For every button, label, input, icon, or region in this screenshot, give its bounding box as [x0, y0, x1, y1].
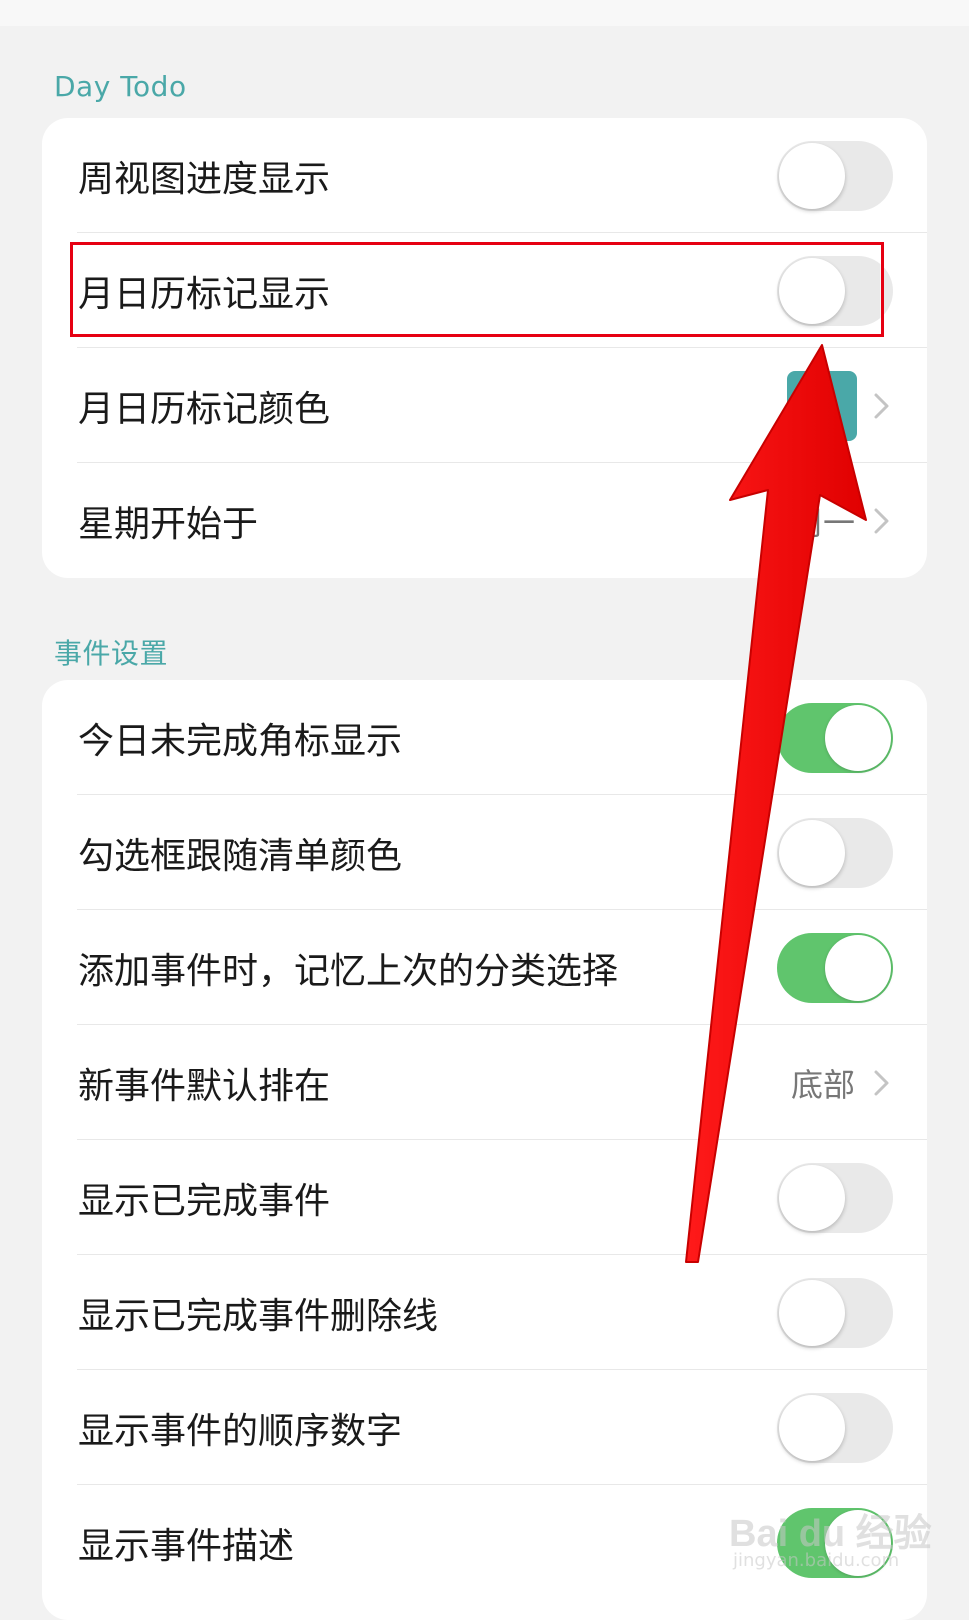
- toggle-knob: [825, 934, 891, 1001]
- setting-row-new-event-position[interactable]: 新事件默认排在 底部: [42, 1025, 927, 1140]
- setting-label: 显示事件描述: [78, 1525, 295, 1567]
- toggle-knob: [779, 1394, 845, 1461]
- setting-row-remember-category[interactable]: 添加事件时，记忆上次的分类选择: [42, 910, 927, 1025]
- setting-row-month-calendar-color[interactable]: 月日历标记颜色: [42, 348, 927, 463]
- watermark-main-text: Bai du 经验: [729, 1513, 932, 1555]
- setting-label: 月日历标记颜色: [78, 388, 331, 430]
- chevron-right-icon: [874, 393, 889, 418]
- setting-label: 添加事件时，记忆上次的分类选择: [78, 950, 619, 992]
- toggle-knob: [779, 1279, 845, 1346]
- remember-category-toggle[interactable]: [777, 932, 893, 1003]
- setting-label: 勾选框跟随清单颜色: [78, 835, 403, 877]
- top-bar: [0, 0, 969, 26]
- setting-row-today-badge[interactable]: 今日未完成角标显示: [42, 680, 927, 795]
- toggle-knob: [825, 704, 891, 771]
- setting-row-month-calendar-mark[interactable]: 月日历标记显示: [42, 233, 927, 348]
- setting-label: 显示已完成事件: [78, 1180, 331, 1222]
- chevron-right-icon: [874, 508, 889, 533]
- setting-row-week-progress[interactable]: 周视图进度显示: [42, 118, 927, 233]
- setting-label: 星期开始于: [78, 503, 259, 545]
- settings-card-day-todo: 周视图进度显示 月日历标记显示 月日历标记颜色 星期开始于 周一: [42, 118, 927, 578]
- new-event-position-value: 底部: [790, 1065, 855, 1104]
- setting-label: 新事件默认排在: [78, 1065, 331, 1107]
- toggle-knob: [779, 257, 845, 324]
- setting-row-order-numbers[interactable]: 显示事件的顺序数字: [42, 1370, 927, 1485]
- settings-card-event: 今日未完成角标显示 勾选框跟随清单颜色 添加事件时，记忆上次的分类选择 新事件默…: [42, 680, 927, 1620]
- order-numbers-toggle[interactable]: [777, 1392, 893, 1463]
- setting-label: 月日历标记显示: [78, 273, 331, 315]
- baidu-watermark: Bai du 经验 jingyan.baidu.com: [729, 1492, 932, 1582]
- watermark-sub-text: jingyan.baidu.com: [733, 1550, 900, 1571]
- toggle-knob: [779, 142, 845, 209]
- setting-label: 显示已完成事件删除线: [78, 1295, 439, 1337]
- month-calendar-mark-toggle[interactable]: [777, 255, 893, 326]
- setting-row-show-completed[interactable]: 显示已完成事件: [42, 1140, 927, 1255]
- toggle-knob: [779, 1164, 845, 1231]
- completed-strikethrough-toggle[interactable]: [777, 1277, 893, 1348]
- week-start-value: 周一: [790, 503, 855, 542]
- week-progress-toggle[interactable]: [777, 140, 893, 211]
- setting-row-completed-strikethrough[interactable]: 显示已完成事件删除线: [42, 1255, 927, 1370]
- setting-label: 显示事件的顺序数字: [78, 1410, 403, 1452]
- checkbox-color-toggle[interactable]: [777, 817, 893, 888]
- today-badge-toggle[interactable]: [777, 702, 893, 773]
- color-swatch: [787, 370, 857, 441]
- setting-row-checkbox-color[interactable]: 勾选框跟随清单颜色: [42, 795, 927, 910]
- setting-row-week-start[interactable]: 星期开始于 周一: [42, 463, 927, 578]
- section-title-day-todo: Day Todo: [54, 70, 187, 103]
- toggle-knob: [779, 819, 845, 886]
- setting-label: 今日未完成角标显示: [78, 720, 403, 762]
- section-title-event-settings: 事件设置: [54, 637, 169, 670]
- chevron-right-icon: [874, 1070, 889, 1095]
- setting-label: 周视图进度显示: [78, 158, 331, 200]
- show-completed-toggle[interactable]: [777, 1162, 893, 1233]
